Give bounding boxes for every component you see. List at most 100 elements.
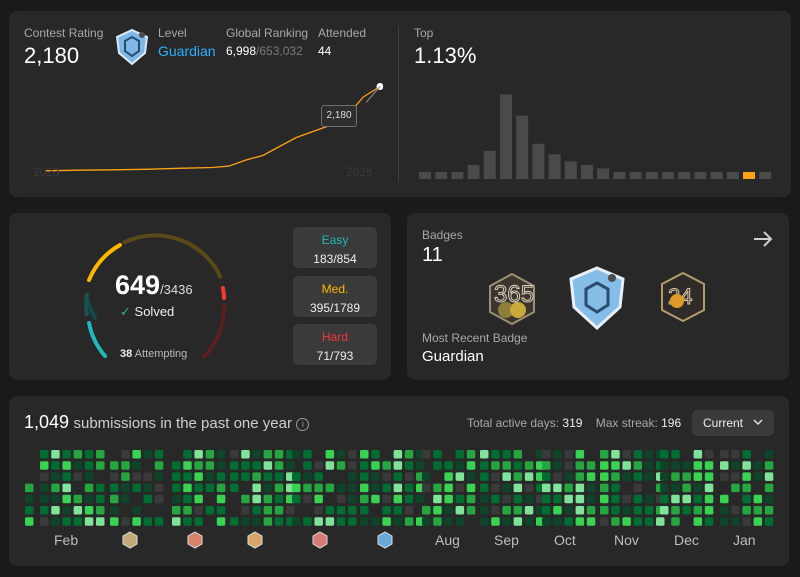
- heatmap-cell[interactable]: [553, 461, 562, 470]
- heatmap-cell[interactable]: [154, 472, 164, 481]
- heatmap-cell[interactable]: [455, 461, 465, 470]
- heatmap-cell[interactable]: [292, 517, 301, 526]
- heatmap-cell[interactable]: [230, 472, 239, 481]
- heatmap-cell[interactable]: [110, 461, 119, 470]
- heatmap-cell[interactable]: [480, 517, 489, 526]
- heatmap-cell[interactable]: [433, 483, 442, 493]
- heatmap-cell[interactable]: [154, 450, 164, 459]
- heatmap-cell[interactable]: [542, 461, 551, 470]
- heatmap-cell[interactable]: [720, 461, 729, 470]
- heatmap-cell[interactable]: [575, 472, 585, 481]
- heatmap-cell[interactable]: [73, 517, 83, 526]
- heatmap-cell[interactable]: [660, 506, 669, 515]
- heatmap-cell[interactable]: [62, 483, 71, 493]
- heatmap-cell[interactable]: [325, 483, 335, 493]
- heatmap-cell[interactable]: [660, 472, 669, 481]
- heatmap-cell[interactable]: [241, 472, 250, 481]
- heatmap-cell[interactable]: [205, 506, 215, 515]
- heatmap-cell[interactable]: [286, 506, 295, 515]
- heatmap-cell[interactable]: [564, 450, 573, 459]
- heatmap-cell[interactable]: [660, 450, 669, 459]
- heatmap-cell[interactable]: [84, 472, 94, 481]
- heatmap-cell[interactable]: [371, 483, 380, 493]
- heatmap-cell[interactable]: [466, 506, 476, 515]
- heatmap-cell[interactable]: [564, 483, 573, 493]
- heatmap-cell[interactable]: [513, 450, 523, 459]
- heatmap-cell[interactable]: [682, 472, 691, 481]
- medium-box[interactable]: Med. 395/1789: [293, 276, 377, 317]
- heatmap-cell[interactable]: [671, 517, 680, 526]
- heatmap-cell[interactable]: [513, 517, 523, 526]
- heatmap-cell[interactable]: [230, 461, 239, 470]
- heatmap-cell[interactable]: [553, 506, 562, 515]
- heatmap-cell[interactable]: [553, 472, 562, 481]
- heatmap-cell[interactable]: [73, 461, 83, 470]
- heatmap-cell[interactable]: [542, 483, 551, 493]
- heatmap-cell[interactable]: [586, 472, 596, 481]
- heatmap-cell[interactable]: [241, 450, 250, 459]
- heatmap-cell[interactable]: [753, 506, 763, 515]
- heatmap-cell[interactable]: [720, 472, 729, 481]
- heatmap-cell[interactable]: [720, 494, 729, 504]
- heatmap-cell[interactable]: [172, 461, 181, 470]
- heatmap-cell[interactable]: [110, 483, 119, 493]
- heatmap-cell[interactable]: [466, 461, 476, 470]
- heatmap-cell[interactable]: [404, 506, 414, 515]
- heatmap-cell[interactable]: [371, 450, 380, 459]
- heatmap-cell[interactable]: [360, 494, 369, 504]
- heatmap-cell[interactable]: [96, 494, 105, 504]
- heatmap-cell[interactable]: [172, 517, 181, 526]
- heatmap-cell[interactable]: [62, 461, 71, 470]
- heatmap-cell[interactable]: [303, 494, 312, 504]
- heatmap-cell[interactable]: [110, 517, 119, 526]
- heatmap-cell[interactable]: [194, 506, 203, 515]
- heatmap-cell[interactable]: [433, 517, 442, 526]
- heatmap-cell[interactable]: [422, 472, 431, 481]
- heatmap-cell[interactable]: [491, 517, 500, 526]
- heatmap-cell[interactable]: [263, 450, 273, 459]
- heatmap-cell[interactable]: [671, 450, 680, 459]
- heatmap-cell[interactable]: [132, 450, 141, 459]
- heatmap-cell[interactable]: [292, 472, 301, 481]
- heatmap-cell[interactable]: [753, 494, 763, 504]
- heatmap-cell[interactable]: [216, 506, 226, 515]
- heatmap-cell[interactable]: [62, 517, 71, 526]
- heatmap-cell[interactable]: [360, 472, 369, 481]
- heatmap-cell[interactable]: [553, 483, 562, 493]
- heatmap-cell[interactable]: [575, 450, 585, 459]
- heatmap-cell[interactable]: [84, 494, 94, 504]
- heatmap-cell[interactable]: [553, 450, 562, 459]
- heatmap-cell[interactable]: [62, 450, 71, 459]
- heatmap-cell[interactable]: [393, 506, 403, 515]
- heatmap-cell[interactable]: [660, 483, 669, 493]
- heatmap-cell[interactable]: [96, 461, 105, 470]
- heatmap-cell[interactable]: [96, 506, 105, 515]
- daily-badge-24-icon[interactable]: 24: [659, 271, 707, 328]
- heatmap-cell[interactable]: [513, 506, 523, 515]
- heatmap-cell[interactable]: [230, 483, 239, 493]
- heatmap-cell[interactable]: [502, 483, 511, 493]
- heatmap-cell[interactable]: [444, 494, 453, 504]
- heatmap-cell[interactable]: [586, 483, 596, 493]
- heatmap-cell[interactable]: [644, 461, 654, 470]
- heatmap-cell[interactable]: [314, 517, 323, 526]
- heatmap-cell[interactable]: [143, 483, 153, 493]
- heatmap-cell[interactable]: [314, 494, 323, 504]
- heatmap-cell[interactable]: [720, 506, 729, 515]
- heatmap-cell[interactable]: [611, 517, 620, 526]
- heatmap-cell[interactable]: [433, 494, 442, 504]
- heatmap-cell[interactable]: [325, 461, 335, 470]
- heatmap-cell[interactable]: [263, 483, 273, 493]
- heatmap-cell[interactable]: [73, 472, 83, 481]
- heatmap-cell[interactable]: [731, 450, 740, 459]
- heatmap-cell[interactable]: [303, 450, 312, 459]
- heatmap-cell[interactable]: [263, 461, 273, 470]
- heatmap-cell[interactable]: [40, 483, 49, 493]
- heatmap-cell[interactable]: [348, 517, 357, 526]
- heatmap-cell[interactable]: [216, 517, 226, 526]
- heatmap-cell[interactable]: [336, 517, 346, 526]
- heatmap-cell[interactable]: [274, 472, 284, 481]
- heatmap-cell[interactable]: [611, 483, 620, 493]
- heatmap-cell[interactable]: [611, 506, 620, 515]
- heatmap-cell[interactable]: [84, 483, 94, 493]
